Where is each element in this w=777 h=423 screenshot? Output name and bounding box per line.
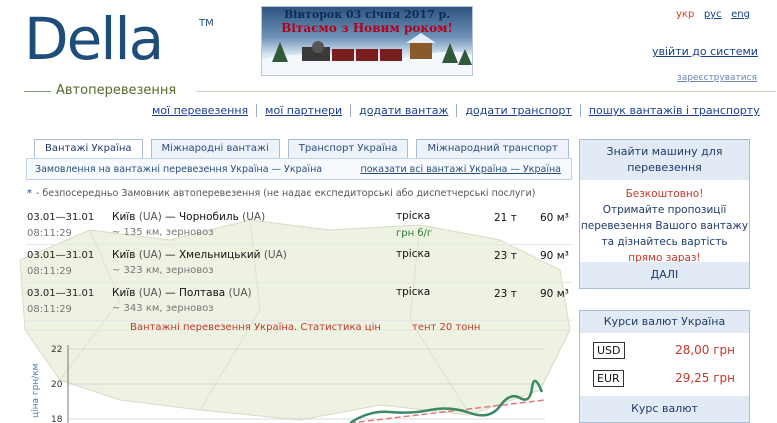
listing-weight: 23 т [494, 288, 517, 300]
route-from-country: (UA) [138, 211, 162, 223]
listing-weight: 23 т [494, 250, 517, 262]
price-series-line [349, 379, 544, 423]
currency-code: EUR [593, 370, 624, 387]
currency-rate-row: EUR 29,25 грн [580, 367, 749, 391]
list-item[interactable]: 03.01—31.01 08:11:29 Київ (UA) — Полтава… [26, 283, 572, 321]
currency-value: 28,00 грн [675, 343, 735, 357]
cargo-tabs: Вантажі Україна Міжнародні вантажі Транс… [34, 139, 577, 159]
route-from-country: (UA) [138, 249, 162, 261]
listing-truck-type: тріска [396, 286, 431, 298]
logo-text: Della [24, 5, 164, 73]
listing-distance: ~ 343 км, зерновоз [112, 303, 214, 314]
currency-value: 29,25 грн [675, 371, 735, 385]
route-to: Хмельницький [178, 249, 261, 261]
route-from: Київ [112, 249, 136, 261]
tab-international-transport[interactable]: Міжнародний транспорт [416, 139, 569, 159]
language-option-en[interactable]: eng [731, 9, 750, 20]
listing-dates: 03.01—31.01 [27, 212, 95, 223]
subtitle-divider-right [196, 91, 776, 92]
trademark-mark: TM [199, 18, 214, 29]
y-tick-20: 20 [51, 380, 63, 390]
listing-route[interactable]: Київ (UA) — Чорнобиль (UA) [112, 211, 265, 223]
listing-dates: 03.01—31.01 [27, 250, 95, 261]
route-to-country: (UA) [228, 287, 252, 299]
nav-search[interactable]: пошук вантажів і транспорту [579, 104, 768, 117]
subtitle-divider [24, 91, 51, 92]
register-link[interactable]: зареєструватися [677, 73, 757, 83]
route-to-country: (UA) [242, 211, 266, 223]
stats-ylabel: ціна грн/км [31, 364, 41, 418]
route-to: Чорнобиль [178, 211, 239, 223]
language-switcher: укр рус eng [676, 7, 756, 20]
main-nav: мої перевезення мої партнери додати вант… [152, 104, 768, 117]
currency-rates-title: Курси валют Україна [580, 311, 749, 333]
currency-rates-widget: Курси валют Україна USD 28,00 грн EUR 29… [579, 310, 750, 423]
nav-add-cargo[interactable]: додати вантаж [350, 104, 456, 117]
listing-dates: 03.01—31.01 [27, 288, 95, 299]
listing-route[interactable]: Київ (UA) — Хмельницький (UA) [112, 249, 287, 261]
new-year-banner[interactable]: Вівторок 03 січня 2017 р. Вітаємо з Нови… [261, 6, 473, 76]
language-option-ru[interactable]: рус [704, 9, 722, 20]
list-item[interactable]: 03.01—31.01 08:11:29 Київ (UA) — Чорноби… [26, 207, 572, 245]
tab-panel-header: Замовлення на вантажні перевезення Украї… [26, 158, 572, 180]
find-car-title: Знайти машину для перевезення [580, 140, 749, 180]
login-link[interactable]: увійти до системи [652, 45, 758, 58]
tab-transport-ukraine[interactable]: Транспорт Україна [287, 139, 409, 159]
listing-time: 08:11:29 [27, 228, 72, 239]
find-car-text: Отримайте пропозиції перевезення Вашого … [580, 204, 749, 248]
listing-truck-type: тріска [396, 210, 431, 222]
listing-distance: ~ 323 км, зерновоз [112, 265, 214, 276]
nav-add-transport[interactable]: додати транспорт [456, 104, 579, 117]
tab-cargo-ukraine[interactable]: Вантажі Україна [34, 139, 143, 159]
listing-distance: ~ 135 км, зерновоз [112, 227, 214, 238]
listing-volume: 60 м³ [540, 212, 569, 224]
nav-my-shipments[interactable]: мої перевезення [152, 104, 256, 117]
site-subtitle: Автоперевезення [56, 83, 177, 98]
y-tick-22: 22 [51, 345, 62, 355]
y-tick-18: 18 [51, 415, 63, 423]
find-car-body: Безкоштовно! Отримайте пропозиції переве… [580, 180, 749, 266]
find-car-free: Безкоштовно! [625, 188, 704, 200]
listing-time: 08:11:29 [27, 266, 72, 277]
route-from: Київ [112, 287, 136, 299]
della-logo[interactable]: Della TM [24, 5, 214, 76]
listing-volume: 90 м³ [540, 288, 569, 300]
currency-rates-link[interactable]: Курс валют [580, 396, 749, 422]
list-item[interactable]: 03.01—31.01 08:11:29 Київ (UA) — Хмельни… [26, 245, 572, 283]
customer-note-text: - безпосередньо Замовник автоперевезення… [35, 188, 536, 199]
stats-chart-subtitle: тент 20 тонн [412, 322, 481, 333]
stats-chart-title: Вантажні перевезення Україна. Статистика… [130, 322, 381, 333]
find-car-next-button[interactable]: ДАЛІ [580, 262, 749, 288]
currency-code: USD [593, 342, 625, 359]
language-current: укр [676, 9, 695, 20]
tab-international-cargo[interactable]: Міжнародні вантажі [150, 139, 280, 159]
price-stats-chart[interactable]: ціна грн/км 22 20 18 [20, 340, 550, 423]
listing-time: 08:11:29 [27, 304, 72, 315]
currency-rate-row: USD 28,00 грн [580, 339, 749, 363]
show-all-cargo-link[interactable]: показати всі вантажі Україна — Україна [360, 164, 561, 175]
route-from-country: (UA) [138, 287, 162, 299]
winter-scene-illustration [262, 33, 472, 75]
route-from: Київ [112, 211, 136, 223]
tab-panel-description: Замовлення на вантажні перевезення Украї… [35, 164, 323, 175]
listing-payment: грн б/г [396, 228, 433, 239]
listing-route[interactable]: Київ (UA) — Полтава (UA) [112, 287, 252, 299]
route-to-country: (UA) [263, 249, 287, 261]
find-car-widget: Знайти машину для перевезення Безкоштовн… [579, 139, 750, 289]
customer-note: * - безпосередньо Замовник автоперевезенн… [27, 188, 535, 199]
route-to: Полтава [178, 287, 226, 299]
direct-customer-star-icon: * [27, 188, 32, 199]
listing-truck-type: тріска [396, 248, 431, 260]
listing-volume: 90 м³ [540, 250, 569, 262]
cargo-listings: 03.01—31.01 08:11:29 Київ (UA) — Чорноби… [26, 207, 572, 321]
listing-weight: 21 т [494, 212, 517, 224]
nav-my-partners[interactable]: мої партнери [256, 104, 350, 117]
